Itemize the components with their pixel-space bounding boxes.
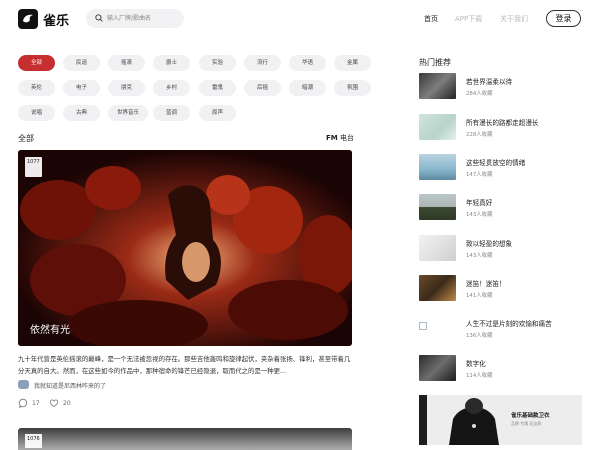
hot-item-count: 284人收藏	[466, 91, 493, 97]
hot-item-name: 年轻真好	[466, 199, 493, 207]
hot-item-count: 114人收藏	[466, 373, 493, 379]
nav-app-download[interactable]: APP下载	[455, 14, 482, 24]
tag-18[interactable]: 世界音乐	[108, 105, 148, 121]
tag-15[interactable]: 氛围	[334, 80, 371, 96]
hot-item-name: 致以轻盈的想象	[466, 240, 513, 248]
second-card-image[interactable]: 1076	[18, 428, 352, 450]
logo-text[interactable]: 雀乐	[43, 10, 69, 29]
hot-item-count: 136人收藏	[466, 333, 493, 339]
hot-item[interactable]: 年轻真好 143人收藏	[419, 194, 589, 220]
hot-recommend-title: 热门推荐	[419, 58, 451, 67]
nav-home[interactable]: 首页	[424, 14, 438, 24]
hot-item-name: 迷笛！迷笛！	[466, 280, 506, 288]
hot-thumbnail	[419, 235, 456, 261]
section-title: 全部	[18, 134, 34, 143]
comment-count: 17	[32, 400, 40, 407]
hot-item[interactable]: 这些轻贯放空的情绪 147人收藏	[419, 154, 589, 180]
card-issue-badge: 1076	[25, 434, 42, 448]
avatar	[18, 380, 29, 389]
hot-thumbnail	[419, 73, 456, 99]
hot-item[interactable]: 所有漫长的路都走超漫长 228人收藏	[419, 114, 589, 140]
header: 雀乐 首页 APP下载 关于我们 登录	[0, 0, 600, 38]
hot-item[interactable]: 致以轻盈的想象 143人收藏	[419, 235, 589, 261]
hot-item[interactable]: 迷笛！迷笛！ 141人收藏	[419, 275, 589, 301]
hot-thumbnail	[419, 154, 456, 180]
tag-13[interactable]: 后摇	[244, 80, 281, 96]
tag-8[interactable]: 英伦	[18, 80, 55, 96]
hot-thumbnail	[419, 275, 456, 301]
tag-16[interactable]: 说唱	[18, 105, 55, 121]
merch-banner[interactable]: 雀乐基础款卫衣 品牌 专属 纪念款	[419, 395, 582, 445]
banner-subtitle: 品牌 专属 纪念款	[511, 421, 542, 426]
search-input[interactable]	[107, 11, 181, 26]
tag-4[interactable]: 实验	[199, 55, 236, 71]
logo-icon[interactable]	[18, 9, 38, 29]
hot-item[interactable]: 数字化 114人收藏	[419, 355, 589, 381]
hot-item-name: 所有漫长的路都走超漫长	[466, 119, 539, 127]
tag-17[interactable]: 古典	[63, 105, 100, 121]
hot-item-count: 143人收藏	[466, 212, 493, 218]
hot-item[interactable]: 人生不过是片刻的欢愉和痛苦 136人收藏	[419, 315, 589, 341]
hot-thumbnail	[419, 315, 456, 341]
hot-item-name: 人生不过是片刻的欢愉和痛苦	[466, 320, 552, 328]
tag-1[interactable]: 民谣	[63, 55, 100, 71]
card-issue-badge: 1077	[25, 157, 42, 177]
radio-link[interactable]: FM 电台	[326, 133, 354, 143]
login-button[interactable]: 登录	[546, 10, 581, 27]
like-count: 20	[63, 400, 71, 407]
tag-14[interactable]: 暗潮	[289, 80, 326, 96]
featured-card-image[interactable]: 1077 依然有光	[18, 150, 352, 346]
hot-item-name: 若世界温柔以待	[466, 78, 513, 86]
search-icon	[95, 14, 103, 22]
fm-icon: FM	[326, 134, 338, 142]
tag-10[interactable]: 朋克	[108, 80, 145, 96]
hot-item[interactable]: 若世界温柔以待 284人收藏	[419, 73, 589, 99]
author-name: 我就知道是尼西林咋来的了	[34, 383, 107, 390]
comment-icon	[18, 398, 28, 408]
hoodie-photo	[419, 395, 582, 445]
hot-item-count: 147人收藏	[466, 172, 493, 178]
tag-11[interactable]: 乡村	[153, 80, 190, 96]
hot-item-name: 这些轻贯放空的情绪	[466, 159, 526, 167]
card-caption: 依然有光	[30, 325, 70, 336]
tag-6[interactable]: 华语	[289, 55, 326, 71]
tag-9[interactable]: 电子	[63, 80, 100, 96]
tag-2[interactable]: 摇滚	[108, 55, 145, 71]
nav-about[interactable]: 关于我们	[500, 14, 528, 24]
concert-photo	[18, 150, 352, 346]
hot-thumbnail	[419, 114, 456, 140]
banner-title: 雀乐基础款卫衣	[511, 413, 550, 419]
heart-icon	[49, 399, 59, 408]
hot-item-count: 141人收藏	[466, 293, 493, 299]
tag-0[interactable]: 全部	[18, 55, 55, 71]
tag-19[interactable]: 蓝调	[153, 105, 190, 121]
hot-thumbnail	[419, 355, 456, 381]
hot-item-count: 143人收藏	[466, 253, 493, 259]
tag-20[interactable]: 原声	[199, 105, 236, 121]
hot-item-count: 228人收藏	[466, 132, 493, 138]
tag-12[interactable]: 雷鬼	[199, 80, 236, 96]
tag-5[interactable]: 流行	[244, 55, 281, 71]
search-box[interactable]	[86, 9, 184, 28]
hot-item-name: 数字化	[466, 360, 486, 368]
tag-3[interactable]: 爵士	[153, 55, 190, 71]
hot-thumbnail	[419, 194, 456, 220]
tag-7[interactable]: 金属	[334, 55, 371, 71]
card-description: 九十年代曾是英伦摇滚的巅峰，是一个无法被忽视的存在。那些吉他轰鸣和旋律起伏，夹杂…	[18, 355, 351, 375]
radio-label: 电台	[339, 134, 354, 142]
